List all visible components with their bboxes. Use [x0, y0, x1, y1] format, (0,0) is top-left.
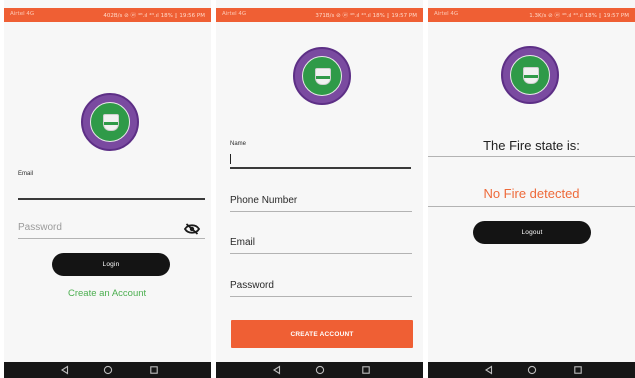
signup-email-field[interactable]: Email — [230, 237, 412, 257]
signup-password-field[interactable]: Password — [230, 280, 412, 300]
android-nav-bar — [216, 362, 423, 378]
create-account-link[interactable]: Create an Account — [68, 288, 146, 299]
fire-state-value: No Fire detected — [483, 186, 580, 201]
name-field[interactable]: Name — [230, 141, 417, 171]
back-triangle-icon[interactable] — [272, 365, 282, 375]
android-nav-bar — [4, 362, 211, 378]
logout-button[interactable]: Logout — [473, 221, 591, 244]
recents-square-icon[interactable] — [361, 365, 371, 375]
home-circle-icon[interactable] — [103, 365, 113, 375]
signup-screen: Airtel 4G 371B/s ⊘ ⓦ ⁴ᴳ.ıl ⁴ᴳ.ıl 18% ▯ 1… — [216, 0, 423, 378]
text-cursor — [230, 154, 231, 164]
phone-number-field[interactable]: Phone Number — [230, 195, 412, 215]
phone-underline — [230, 211, 412, 212]
institution-logo — [81, 93, 139, 151]
recents-square-icon[interactable] — [573, 365, 583, 375]
back-triangle-icon[interactable] — [60, 365, 70, 375]
carrier-label: Airtel 4G — [10, 11, 35, 17]
carrier-label: Airtel 4G — [222, 11, 247, 17]
android-nav-bar — [428, 362, 635, 378]
home-circle-icon[interactable] — [527, 365, 537, 375]
name-underline — [230, 167, 411, 169]
signup-password-underline — [230, 296, 412, 297]
login-screen: Airtel 4G 402B/s ⊘ ⓦ ⁴ᴳ.ıl ⁴ᴳ.ıl 18% ▯ 1… — [4, 0, 211, 378]
status-bar: Airtel 4G 371B/s ⊘ ⓦ ⁴ᴳ.ıl ⁴ᴳ.ıl 18% ▯ 1… — [216, 8, 423, 22]
recents-square-icon[interactable] — [149, 365, 159, 375]
password-input[interactable]: Password — [18, 222, 62, 233]
system-status-info: 371B/s ⊘ ⓦ ⁴ᴳ.ıl ⁴ᴳ.ıl 18% ▯ 19:57 PM — [315, 13, 417, 19]
status-bar: Airtel 4G 402B/s ⊘ ⓦ ⁴ᴳ.ıl ⁴ᴳ.ıl 18% ▯ 1… — [4, 8, 211, 22]
email-underline — [18, 198, 205, 200]
institution-logo — [293, 47, 351, 105]
system-status-info: 402B/s ⊘ ⓦ ⁴ᴳ.ıl ⁴ᴳ.ıl 18% ▯ 19:56 PM — [103, 13, 205, 19]
password-field[interactable]: Password — [18, 222, 205, 242]
status-bar: Airtel 4G 1.3K/s ⊘ ⓦ ⁴ᴳ.ıl ⁴ᴳ.ıl 18% ▯ 1… — [428, 8, 635, 22]
phone-number-input[interactable]: Phone Number — [230, 195, 297, 206]
login-button[interactable]: Login — [52, 253, 170, 276]
fire-status-screen: Airtel 4G 1.3K/s ⊘ ⓦ ⁴ᴳ.ıl ⁴ᴳ.ıl 18% ▯ 1… — [428, 0, 635, 378]
signup-password-input[interactable]: Password — [230, 280, 274, 291]
fire-state-title: The Fire state is: — [483, 138, 580, 153]
signup-email-input[interactable]: Email — [230, 237, 255, 248]
carrier-label: Airtel 4G — [434, 11, 459, 17]
state-divider — [428, 206, 635, 207]
system-status-info: 1.3K/s ⊘ ⓦ ⁴ᴳ.ıl ⁴ᴳ.ıl 18% ▯ 19:57 PM — [529, 13, 629, 19]
email-field[interactable]: Email — [18, 171, 205, 201]
eye-off-icon[interactable] — [184, 223, 200, 235]
title-divider — [428, 156, 635, 157]
email-label: Email — [18, 171, 34, 177]
signup-email-underline — [230, 253, 412, 254]
password-underline — [18, 238, 205, 239]
back-triangle-icon[interactable] — [484, 365, 494, 375]
institution-logo — [501, 46, 559, 104]
create-account-button[interactable]: CREATE ACCOUNT — [231, 320, 413, 348]
name-label: Name — [230, 141, 247, 147]
home-circle-icon[interactable] — [315, 365, 325, 375]
